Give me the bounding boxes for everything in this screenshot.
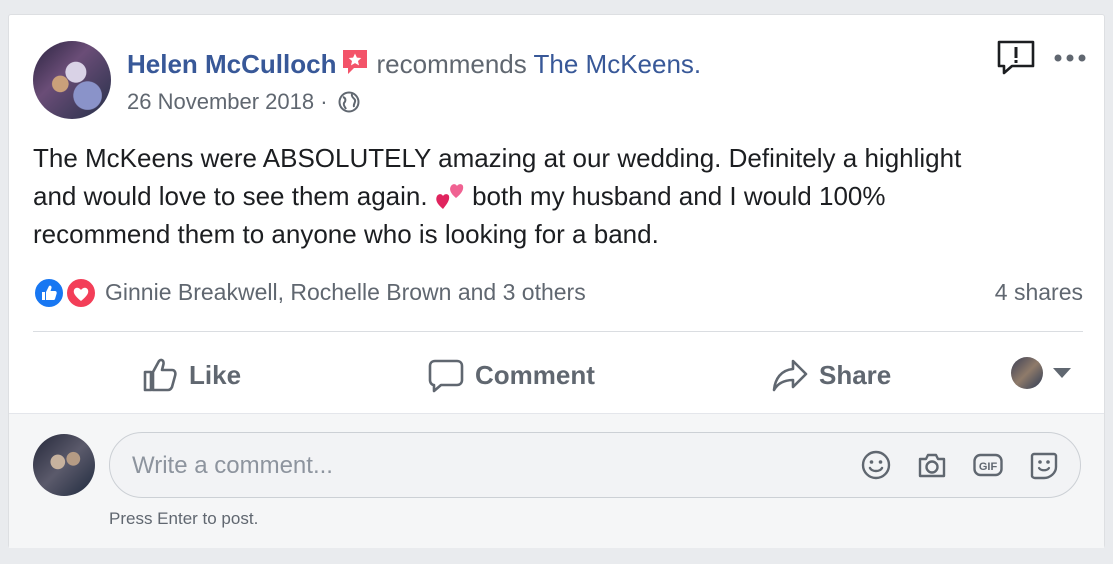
post-header: Helen McCulloch recommends The McKeens. [127, 47, 701, 80]
post-text-line-2b: both my husband and I would 100% [472, 181, 886, 211]
page-link[interactable]: The McKeens. [534, 49, 702, 79]
chevron-down-icon [1053, 368, 1071, 378]
post-text-line-1: The McKeens were ABSOLUTELY amazing at o… [33, 143, 962, 173]
share-button[interactable]: Share [771, 347, 891, 403]
author-name[interactable]: Helen McCulloch [127, 49, 336, 79]
recommends-text: recommends [376, 49, 527, 79]
gif-icon[interactable]: GIF [972, 449, 1004, 481]
thumbs-up-icon [143, 358, 177, 392]
post-meta: 26 November 2018 · [127, 89, 360, 115]
meta-separator: · [320, 89, 328, 114]
like-label: Like [189, 359, 242, 390]
post-text-line-2a: and would love to see them again. [33, 181, 428, 211]
comment-bubble-icon [428, 359, 464, 393]
love-reaction-icon [65, 277, 97, 309]
emoji-icon[interactable] [860, 449, 892, 481]
commenter-avatar[interactable] [33, 434, 95, 496]
camera-icon[interactable] [916, 449, 948, 481]
comment-button[interactable]: Comment [427, 347, 595, 403]
post-corner-actions [996, 39, 1086, 77]
post-text-line-3: recommend them to anyone who is looking … [33, 219, 659, 249]
reactors-text[interactable]: Ginnie Breakwell, Rochelle Brown and 3 o… [105, 279, 586, 306]
share-arrow-icon [772, 359, 808, 392]
comment-section: GIF Press Enter to post. [9, 413, 1104, 548]
post-text-line-2: and would love to see them again. both m… [33, 177, 1083, 215]
author-avatar[interactable] [33, 41, 111, 119]
reactions-summary: Ginnie Breakwell, Rochelle Brown and 3 o… [33, 277, 1083, 309]
share-label: Share [819, 359, 892, 390]
more-options-icon[interactable] [1054, 53, 1086, 63]
post-actions: Like Comment Share [33, 347, 1083, 403]
like-button[interactable]: Like [141, 347, 241, 403]
star-speech-bubble-icon [343, 50, 368, 74]
reaction-icons[interactable] [33, 277, 99, 309]
comment-input[interactable] [130, 433, 834, 499]
press-enter-hint: Press Enter to post. [109, 509, 259, 528]
shares-count[interactable]: 4 shares [995, 279, 1083, 306]
comment-label: Comment [475, 359, 595, 390]
divider [33, 331, 1083, 332]
post-date[interactable]: 26 November 2018 [127, 89, 314, 114]
comment-input-icons: GIF [860, 449, 1060, 481]
sticker-icon[interactable] [1028, 449, 1060, 481]
report-icon[interactable] [996, 39, 1036, 77]
like-reaction-icon [33, 277, 65, 309]
svg-text:GIF: GIF [979, 461, 998, 473]
post-as-selector[interactable] [1011, 357, 1071, 389]
globe-icon[interactable] [338, 91, 360, 113]
two-hearts-icon [436, 184, 464, 209]
post-body: The McKeens were ABSOLUTELY amazing at o… [33, 139, 1083, 253]
comment-box[interactable]: GIF [109, 432, 1081, 499]
profile-avatar-small [1011, 357, 1043, 389]
post-card: Helen McCulloch recommends The McKeens. … [8, 14, 1105, 548]
